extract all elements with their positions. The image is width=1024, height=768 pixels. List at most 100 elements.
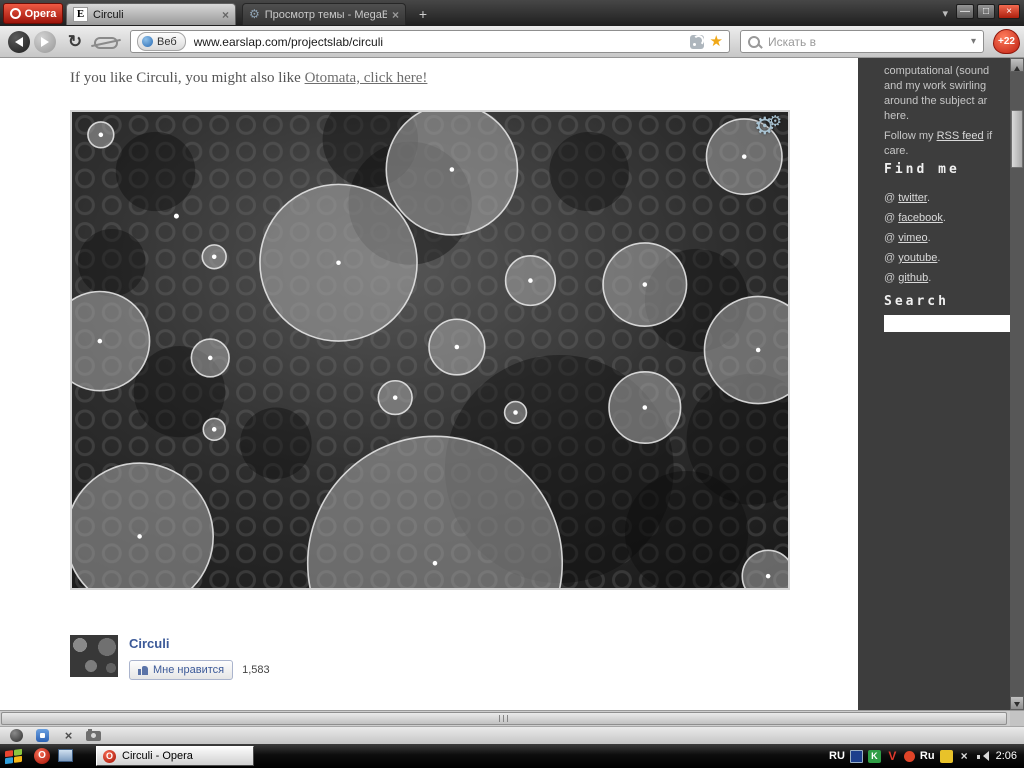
like-label: Мне нравится xyxy=(153,664,224,676)
sidebar: computational (sound and my work swirlin… xyxy=(858,58,1010,710)
search-icon xyxy=(748,36,760,48)
scroll-down-arrow[interactable] xyxy=(1010,696,1024,710)
horizontal-scrollbar[interactable] xyxy=(0,710,1010,726)
sidebar-rss-paragraph: Follow my RSS feed if care. xyxy=(884,129,992,159)
quick-launch-opera-icon[interactable]: O xyxy=(34,748,50,764)
github-link[interactable]: github xyxy=(898,272,928,284)
browser-viewport: If you like Circuli, you might also like… xyxy=(0,58,1024,710)
at-prefix: @ xyxy=(884,212,898,224)
intro-text: If you like Circuli, you might also like… xyxy=(70,70,427,87)
intro-prefix: If you like Circuli, you might also like xyxy=(70,70,305,86)
clock[interactable]: 2:06 xyxy=(996,750,1017,762)
twitter-link[interactable]: twitter xyxy=(898,192,927,204)
close-button[interactable]: × xyxy=(998,4,1020,19)
vertical-scrollbar[interactable] xyxy=(1010,58,1024,710)
at-prefix: @ xyxy=(884,232,898,244)
windows-logo-icon xyxy=(5,748,22,763)
list-item: @ youtube. xyxy=(884,248,946,268)
status-toolbar xyxy=(0,726,1024,744)
rss-icon[interactable] xyxy=(690,35,704,49)
vertical-scroll-handle[interactable] xyxy=(1011,110,1023,168)
find-me-heading: Find me xyxy=(884,162,960,177)
list-item: @ github. xyxy=(884,268,946,288)
like-count: 1,583 xyxy=(242,664,270,676)
circuli-thumbnail[interactable] xyxy=(70,635,118,677)
opera-logo-icon xyxy=(10,8,21,19)
status-indicator-icon[interactable] xyxy=(10,729,23,742)
volume-icon[interactable] xyxy=(976,750,988,763)
language-indicator[interactable]: RU xyxy=(829,750,845,762)
camera-icon[interactable] xyxy=(86,731,101,741)
sync-icon[interactable] xyxy=(62,729,75,742)
list-item: @ twitter. xyxy=(884,188,946,208)
update-badge[interactable]: +22 xyxy=(993,29,1020,54)
bookmark-star-icon[interactable]: ★ xyxy=(710,34,723,49)
tray-red-icon[interactable] xyxy=(904,751,915,762)
page-content: If you like Circuli, you might also like… xyxy=(0,58,858,710)
circuli-animation[interactable] xyxy=(72,112,788,588)
tab-close-icon[interactable]: × xyxy=(392,8,399,22)
facebook-page-link[interactable]: Circuli xyxy=(129,636,169,651)
dot-suffix: . xyxy=(928,232,931,244)
maximize-button[interactable]: □ xyxy=(977,4,995,19)
like-row: Мне нравится 1,583 xyxy=(129,660,270,680)
url-input[interactable] xyxy=(192,34,684,50)
reload-button[interactable]: ↻ xyxy=(64,31,86,53)
tab-circuli[interactable]: E Circuli × xyxy=(66,3,236,25)
sidebar-text-line: Follow my RSS feed if xyxy=(884,129,992,144)
opera-menu-label: Opera xyxy=(25,8,57,20)
network-monitor-icon[interactable] xyxy=(850,750,863,763)
at-prefix: @ xyxy=(884,272,898,284)
tab-label: Просмотр темы - MegaB... xyxy=(265,9,387,21)
antivirus-icon[interactable]: K xyxy=(868,750,881,763)
navigation-toolbar: ↻ Веб ★ ▾ +22 xyxy=(0,26,1024,58)
panel-toggle-icon[interactable] xyxy=(36,729,49,742)
titlebar: Opera E Circuli × ⚙ Просмотр темы - Mega… xyxy=(0,0,1024,26)
tray-x-icon[interactable] xyxy=(958,750,971,763)
youtube-link[interactable]: youtube xyxy=(898,252,937,264)
sidebar-search-input[interactable] xyxy=(884,315,1010,332)
rss-feed-link[interactable]: RSS feed xyxy=(937,130,984,142)
tab-close-icon[interactable]: × xyxy=(222,8,229,22)
forward-button[interactable] xyxy=(34,31,56,53)
start-button[interactable] xyxy=(5,748,27,764)
list-item: @ vimeo. xyxy=(884,228,946,248)
scroll-up-arrow[interactable] xyxy=(1010,58,1024,72)
horizontal-scroll-handle[interactable] xyxy=(1,712,1007,725)
settings-gears-icon[interactable]: ⚙⚙ xyxy=(754,112,782,141)
tab-megabaits[interactable]: ⚙ Просмотр темы - MegaB... × xyxy=(242,3,406,25)
back-arrow-icon xyxy=(10,37,23,47)
web-badge-label: Веб xyxy=(157,36,177,48)
address-bar[interactable]: Веб ★ xyxy=(130,30,730,53)
tab-list-chevron-icon[interactable]: ▾ xyxy=(942,7,948,20)
task-button-opera[interactable]: O Circuli - Opera xyxy=(96,746,254,766)
otomata-link[interactable]: Otomata, click here! xyxy=(305,70,428,86)
opera-menu-button[interactable]: Opera xyxy=(3,3,63,24)
tray-yellow-icon[interactable] xyxy=(940,750,953,763)
circuli-canvas[interactable]: ⚙⚙ xyxy=(70,110,790,590)
forum-favicon: ⚙ xyxy=(249,8,260,21)
like-button[interactable]: Мне нравится xyxy=(129,660,233,680)
minimize-button[interactable]: — xyxy=(956,4,974,19)
new-tab-button[interactable]: + xyxy=(414,6,432,22)
opera-turbo-icon[interactable] xyxy=(94,37,118,49)
social-links-list: @ twitter. @ facebook. @ vimeo. @ youtub… xyxy=(884,188,946,288)
web-badge[interactable]: Веб xyxy=(137,32,186,51)
facebook-link[interactable]: facebook xyxy=(898,212,943,224)
dot-suffix: . xyxy=(928,272,931,284)
search-input[interactable] xyxy=(766,34,965,50)
show-desktop-icon[interactable] xyxy=(58,749,73,762)
sidebar-text-line: around the subject ar xyxy=(884,94,989,109)
tray-v-icon[interactable]: V xyxy=(886,750,899,763)
thumbs-up-icon xyxy=(138,665,148,675)
back-button[interactable] xyxy=(8,31,30,53)
search-engine-chevron-icon[interactable]: ▾ xyxy=(971,36,976,47)
scrollbar-corner xyxy=(1010,710,1024,726)
list-item: @ facebook. xyxy=(884,208,946,228)
sidebar-text-line: here. xyxy=(884,109,989,124)
scroll-grip-icon xyxy=(499,715,509,722)
layout-switcher-indicator[interactable]: Ru xyxy=(920,750,935,762)
search-bar[interactable]: ▾ xyxy=(740,30,984,53)
rss-prefix: Follow my xyxy=(884,130,937,142)
vimeo-link[interactable]: vimeo xyxy=(898,232,927,244)
